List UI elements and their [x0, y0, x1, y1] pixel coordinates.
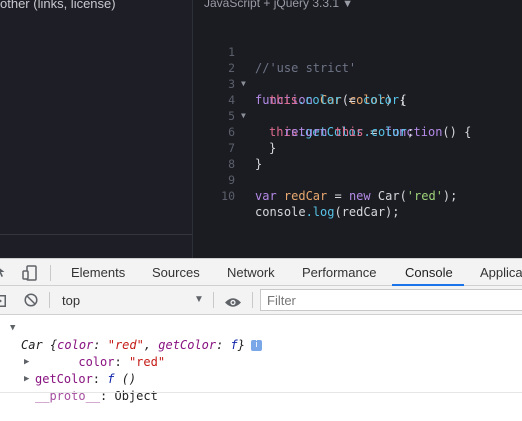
- code-line: 5 return this.color;: [193, 92, 414, 139]
- tab-sources[interactable]: Sources: [152, 265, 200, 280]
- object-colon: :: [216, 338, 231, 352]
- property-content: __proto__: Object: [35, 388, 158, 405]
- tab-console[interactable]: Console: [405, 265, 453, 280]
- code-object: console: [255, 205, 306, 219]
- code-comment: //'use strict': [255, 61, 357, 75]
- code-keyword: var: [255, 189, 277, 203]
- code-line: 9 var redCar = new Car('red');: [193, 156, 457, 203]
- code-keyword: return: [284, 125, 328, 139]
- editor-language-selector[interactable]: JavaScript + jQuery 3.3.1 ▼: [204, 0, 353, 10]
- code-line: 7 }: [193, 124, 262, 171]
- toolbar-divider: [252, 292, 253, 308]
- object-brace: }: [237, 338, 246, 352]
- fold-toggle-icon[interactable]: ▼: [241, 108, 246, 124]
- code-operator: =: [327, 189, 349, 203]
- code-editor[interactable]: JavaScript + jQuery 3.3.1 ▼ 1 //'use stri…: [193, 0, 522, 258]
- device-toolbar-icon[interactable]: [22, 265, 38, 286]
- left-panel-text: other (links, license): [0, 0, 116, 11]
- left-panel: other (links, license): [0, 0, 193, 258]
- property-key: color: [78, 355, 115, 369]
- function-args: (): [114, 372, 137, 386]
- code-lines[interactable]: 1 //'use strict' 2 ▼ function Car(color)…: [193, 28, 471, 219]
- eye-icon[interactable]: [224, 295, 242, 313]
- code-this: this: [334, 125, 364, 139]
- code-punct: () {: [442, 125, 472, 139]
- expand-triangle-icon[interactable]: ▶: [24, 354, 29, 371]
- tab-network[interactable]: Network: [227, 265, 275, 280]
- code-this: this: [269, 93, 298, 107]
- code-line: 10 console.log(redCar);: [193, 172, 399, 219]
- chevron-down-icon[interactable]: ▼: [194, 294, 204, 305]
- toolbar-divider: [50, 265, 51, 281]
- tab-application[interactable]: Application: [480, 265, 522, 280]
- expand-triangle-icon[interactable]: ▶: [24, 371, 29, 388]
- code-punct: ;: [399, 93, 407, 107]
- code-string: 'red': [406, 189, 443, 203]
- code-punct: }: [269, 141, 277, 155]
- object-property-row[interactable]: ▶ __proto__: Object: [24, 371, 158, 403]
- sidebar-toggle-icon[interactable]: [0, 294, 6, 312]
- panel-divider: [0, 234, 193, 235]
- editor-language-label: JavaScript + jQuery 3.3.1: [204, 0, 340, 10]
- code-operator: =: [341, 93, 363, 107]
- code-line: 2 ▼ function Car(color) {: [193, 44, 407, 107]
- console-output: ▼ Car {color: "red", getColor: f} i color:…: [0, 316, 522, 403]
- devtools-panel: Elements Sources Network Performance Con…: [0, 258, 522, 421]
- tab-elements[interactable]: Elements: [71, 265, 125, 280]
- console-divider: [0, 392, 522, 393]
- code-keyword: new: [348, 189, 371, 203]
- code-property: .color: [297, 93, 342, 107]
- code-punct: (: [399, 189, 407, 203]
- context-selector[interactable]: top: [62, 293, 80, 308]
- clear-console-icon[interactable]: [24, 293, 38, 312]
- object-property-row[interactable]: ▶ getColor: f (): [24, 354, 136, 386]
- chevron-down-icon: ▼: [342, 0, 353, 10]
- code-line: 4 ▼ this.getColor = function() {: [193, 76, 471, 139]
- fold-toggle-icon[interactable]: ▼: [241, 76, 246, 92]
- code-punct: ;: [406, 125, 415, 139]
- object-property-row: color: "red": [35, 337, 165, 369]
- code-punct: }: [255, 157, 263, 171]
- code-line: 8: [193, 140, 236, 171]
- code-property: .color: [363, 125, 407, 139]
- toolbar-divider: [49, 292, 50, 308]
- property-value: "red": [128, 355, 166, 369]
- line-number: 10: [221, 189, 235, 203]
- code-line: 6 }: [193, 108, 276, 155]
- code-method: .log: [305, 205, 335, 219]
- code-value: color: [362, 93, 400, 107]
- console-toolbar: top ▼: [0, 286, 522, 315]
- console-log-entry[interactable]: ▼ Car {color: "red", getColor: f} i: [0, 320, 263, 352]
- code-class: Car: [377, 189, 400, 203]
- code-punct: );: [442, 189, 458, 203]
- code-line: 3 this.color = color;: [193, 60, 406, 107]
- tab-performance[interactable]: Performance: [302, 265, 376, 280]
- object-key: getColor: [158, 338, 217, 352]
- inspect-element-icon[interactable]: [0, 265, 10, 284]
- code-variable: redCar: [276, 189, 328, 203]
- property-colon: :: [114, 355, 129, 369]
- expand-triangle-icon[interactable]: ▼: [10, 320, 15, 337]
- code-punct: (redCar);: [334, 205, 400, 219]
- object-function: f: [230, 338, 238, 352]
- code-line: 1 //'use strict': [193, 28, 356, 75]
- info-icon[interactable]: i: [251, 340, 263, 351]
- property-colon: :: [92, 372, 108, 386]
- devtools-tab-bar: Elements Sources Network Performance Con…: [0, 258, 522, 286]
- console-filter-input[interactable]: [260, 289, 522, 311]
- toolbar-divider: [213, 292, 214, 308]
